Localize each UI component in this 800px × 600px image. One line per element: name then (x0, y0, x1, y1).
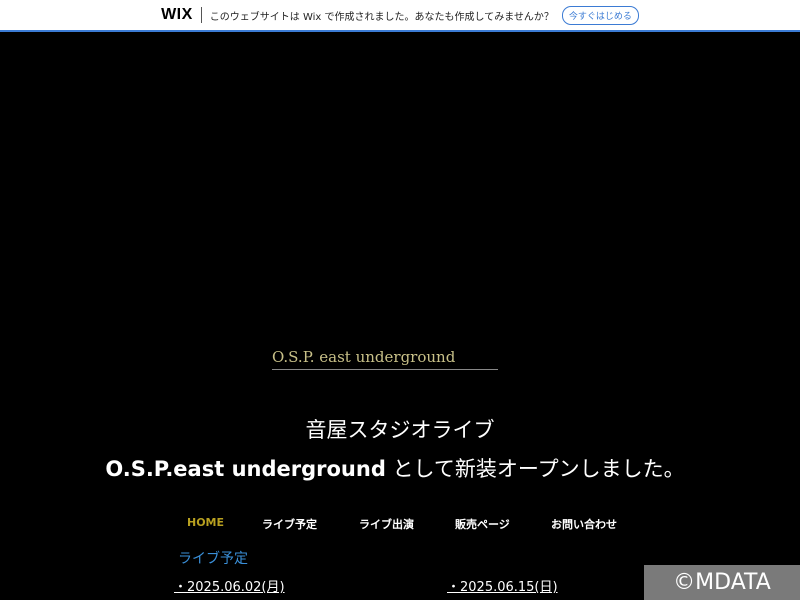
nav-item-contact[interactable]: お問い合わせ (551, 516, 617, 532)
watermark: ©MDATA (644, 565, 800, 600)
nav-item-live-appearances[interactable]: ライブ出演 (359, 516, 414, 532)
start-now-button[interactable]: 今すぐはじめる (561, 5, 639, 25)
hero-announcement: として新装オープンしました。 (385, 457, 685, 481)
nav-item-home[interactable]: HOME (187, 516, 224, 529)
hero-headline: 音屋スタジオライブ (305, 418, 495, 442)
hero-subheadline: O.S.P.east underground として新装オープンしました。 (0, 453, 790, 483)
schedule-date-link[interactable]: ・2025.06.15(日) (447, 576, 558, 595)
banner-divider (200, 7, 202, 23)
wix-banner-message: このウェブサイトは Wix で作成されました。あなたも作成してみませんか？ (209, 11, 554, 23)
main-nav: HOME ライブ予定 ライブ出演 販売ページ お問い合わせ (0, 516, 800, 536)
hero-venue-name: O.S.P.east underground (105, 457, 386, 481)
nav-item-shop[interactable]: 販売ページ (455, 516, 510, 532)
schedule-date-link[interactable]: ・2025.06.02(月) (174, 576, 285, 595)
wix-banner: WIX このウェブサイトは Wix で作成されました。あなたも作成してみませんか… (0, 0, 800, 32)
site-brand-title[interactable]: O.S.P. east underground (272, 348, 455, 366)
nav-item-live-schedule[interactable]: ライブ予定 (262, 516, 317, 532)
schedule-section-title: ライブ予定 (178, 551, 248, 567)
page: WIX このウェブサイトは Wix で作成されました。あなたも作成してみませんか… (0, 0, 800, 600)
wix-logo[interactable]: WIX (161, 6, 193, 24)
brand-underline (272, 369, 498, 370)
